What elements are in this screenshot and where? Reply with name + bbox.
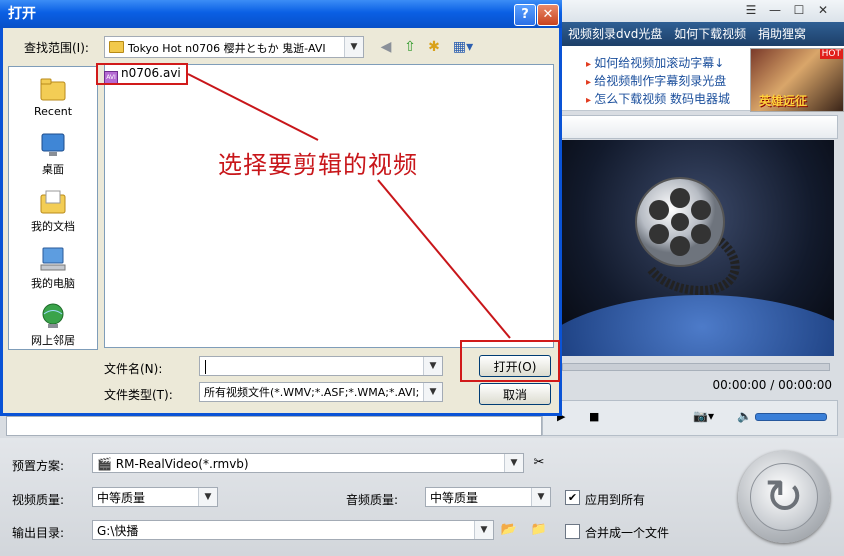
open-button-highlight-box <box>460 340 560 382</box>
chevron-down-icon[interactable]: ▼ <box>423 383 442 401</box>
file-type-select[interactable]: 所有视频文件(*.WMV;*.ASF;*.WMA;*.AVI; ▼ <box>199 382 443 402</box>
file-name-input[interactable]: ▼ <box>199 356 443 376</box>
text-cursor <box>205 360 210 374</box>
annotation-arrows <box>187 73 511 339</box>
cancel-button[interactable]: 取消 <box>479 383 551 405</box>
arrow-to-open-button <box>377 179 511 339</box>
file-type-label: 文件类型(T): <box>104 388 173 402</box>
chevron-down-icon[interactable]: ▼ <box>423 357 442 375</box>
annotation-text: 选择要剪辑的视频 <box>218 151 418 179</box>
file-type-value: 所有视频文件(*.WMV;*.ASF;*.WMA;*.AVI; <box>204 386 420 399</box>
arrow-to-file <box>187 73 319 141</box>
file-name-label: 文件名(N): <box>104 362 163 376</box>
